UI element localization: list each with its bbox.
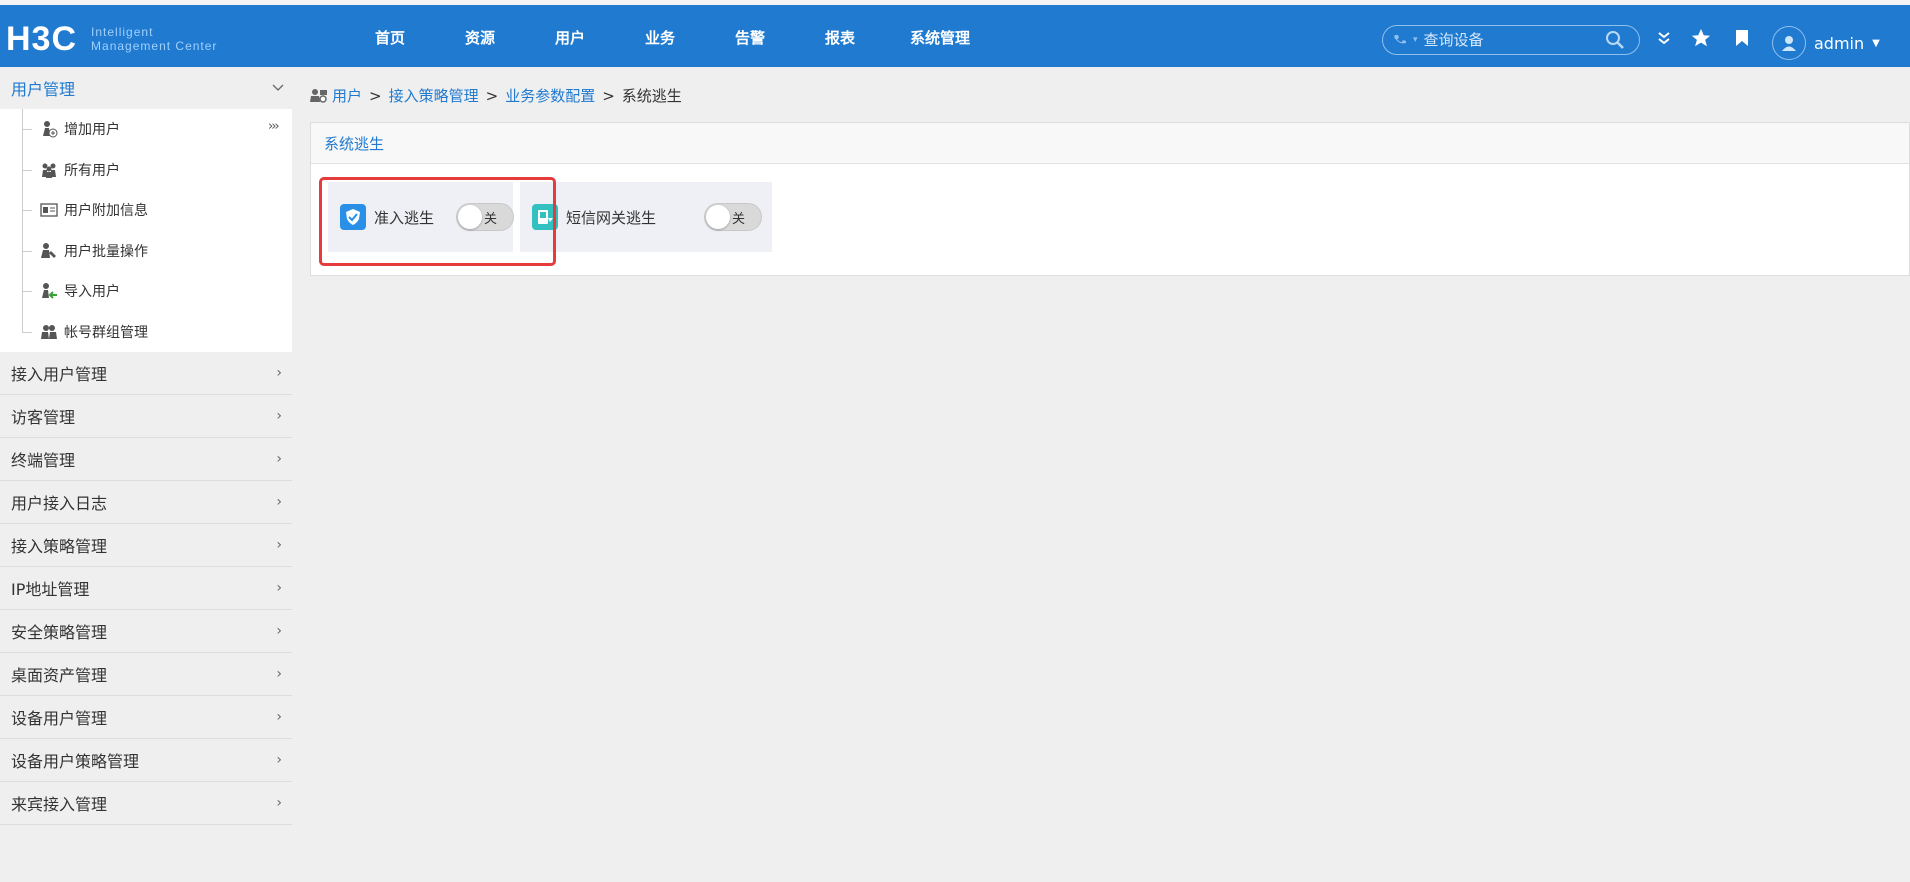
toggle-state-label: 关 — [732, 212, 746, 227]
user-menu[interactable]: admin ▼ — [1772, 26, 1880, 60]
chevron-right-icon: › — [276, 752, 282, 768]
sidebar-item-import-users[interactable]: 导入用户 — [0, 271, 292, 312]
panel-title: 系统逃生 — [311, 123, 1909, 164]
chevron-right-icon: › — [276, 666, 282, 682]
username-label: admin — [1814, 33, 1865, 53]
main-nav: 首页 资源 用户 业务 告警 报表 系统管理 — [345, 27, 995, 48]
sidebar-item-device-user-policy[interactable]: 设备用户策略管理 › — [0, 739, 292, 782]
sidebar-menu-label: 安全策略管理 — [11, 623, 108, 642]
breadcrumb-access-policy-link[interactable]: 接入策略管理 — [389, 85, 479, 106]
sidebar-item-label: 所有用户 — [64, 162, 120, 179]
avatar-icon — [1772, 26, 1806, 60]
sidebar-item-user-extra-info[interactable]: 用户附加信息 — [0, 190, 292, 231]
breadcrumb-current: 系统逃生 — [621, 87, 682, 105]
chevron-down-icon — [272, 80, 284, 96]
batch-user-icon — [40, 242, 58, 260]
nav-resources[interactable]: 资源 — [435, 27, 525, 48]
chevron-right-icon: › — [276, 795, 282, 811]
logo-sub-line1: Intelligent — [91, 25, 154, 39]
logo-sub-line2: Management Center — [91, 39, 218, 53]
group-icon — [40, 323, 58, 341]
sidebar-menu-label: 设备用户策略管理 — [11, 752, 140, 771]
h3c-logo[interactable]: H3C Intelligent Management Center — [6, 19, 217, 59]
chevron-right-icon: › — [276, 623, 282, 639]
sidebar-menu-label: 来宾接入管理 — [11, 795, 108, 814]
sidebar-menu-label: 终端管理 — [11, 451, 76, 470]
nav-home[interactable]: 首页 — [345, 27, 435, 48]
expand-double-chevron-icon[interactable] — [1658, 31, 1670, 49]
nav-reports[interactable]: 报表 — [795, 27, 885, 48]
search-type-caret-icon[interactable]: ▾ — [1413, 35, 1418, 45]
sidebar-item-device-user-management[interactable]: 设备用户管理 › — [0, 696, 292, 739]
sidebar-item-guest-management[interactable]: 访客管理 › — [0, 395, 292, 438]
sidebar-menu-label: IP地址管理 — [11, 580, 90, 599]
sidebar-item-account-groups[interactable]: 帐号群组管理 — [0, 312, 292, 353]
sidebar-section-title: 用户管理 — [11, 80, 76, 99]
import-user-icon — [40, 282, 58, 300]
sidebar-item-guest-access[interactable]: 来宾接入管理 › — [0, 782, 292, 825]
search-input[interactable] — [1423, 31, 1594, 49]
sidebar-menu-label: 访客管理 — [11, 408, 76, 427]
add-user-icon — [40, 120, 58, 138]
sms-gateway-escape-card: 短信网关逃生 关 — [520, 182, 772, 252]
logo-main-text: H3C — [6, 19, 78, 58]
chevron-right-icon: › — [276, 451, 282, 467]
sidebar-item-label: 导入用户 — [64, 284, 120, 301]
sidebar-menu-label: 接入用户管理 — [11, 365, 108, 384]
breadcrumb-service-params-link[interactable]: 业务参数配置 — [505, 85, 595, 106]
all-users-icon — [40, 161, 58, 179]
sidebar-section-user-management[interactable]: 用户管理 — [0, 67, 292, 109]
sidebar-item-add-user[interactable]: 增加用户 — [0, 109, 292, 150]
breadcrumb-separator: > — [369, 86, 382, 105]
sidebar-item-all-users[interactable]: 所有用户 — [0, 150, 292, 191]
sms-gateway-escape-label: 短信网关逃生 — [566, 208, 657, 227]
breadcrumb-separator: > — [602, 86, 615, 105]
sidebar-item-ip-management[interactable]: IP地址管理 › — [0, 567, 292, 610]
top-header: H3C Intelligent Management Center 首页 资源 … — [0, 0, 1910, 67]
chevron-right-icon: › — [276, 365, 282, 381]
nav-users[interactable]: 用户 — [525, 27, 615, 48]
sidebar: 用户管理 › › › 增加用户 所有用户 用户附加信息 用户批量操作 导入用户 帐号… — [0, 67, 292, 882]
chevron-right-icon: › — [276, 537, 282, 553]
chevron-right-icon: › — [276, 709, 282, 725]
logo-subtitle: Intelligent Management Center — [91, 25, 217, 53]
sidebar-item-security-policy[interactable]: 安全策略管理 › — [0, 610, 292, 653]
sidebar-item-terminal-management[interactable]: 终端管理 › — [0, 438, 292, 481]
sidebar-item-label: 用户附加信息 — [64, 203, 148, 220]
sidebar-item-access-log[interactable]: 用户接入日志 › — [0, 481, 292, 524]
sidebar-menu-label: 用户接入日志 — [11, 494, 108, 513]
device-search: ▾ — [1382, 25, 1640, 55]
favorite-star-icon[interactable] — [1690, 27, 1712, 53]
sidebar-item-label: 用户批量操作 — [64, 243, 148, 260]
sidebar-menu-label: 设备用户管理 — [11, 709, 108, 728]
breadcrumb-separator: > — [485, 86, 499, 105]
bookmark-icon[interactable] — [1735, 29, 1749, 51]
chevron-right-icon: › — [276, 408, 282, 424]
user-dropdown-caret-icon: ▼ — [1872, 37, 1880, 49]
sidebar-sub-list: ››› 增加用户 所有用户 用户附加信息 用户批量操作 导入用户 帐号群组管理 — [0, 109, 292, 352]
toggle-knob — [706, 205, 730, 229]
nav-services[interactable]: 业务 — [615, 27, 705, 48]
nav-alarms[interactable]: 告警 — [705, 27, 795, 48]
search-icon[interactable] — [1605, 30, 1625, 54]
sidebar-item-batch-operations[interactable]: 用户批量操作 — [0, 231, 292, 272]
sidebar-item-label: 帐号群组管理 — [64, 324, 148, 341]
search-type-icon[interactable] — [1383, 33, 1413, 47]
breadcrumb-users-icon — [310, 88, 328, 104]
sms-gateway-escape-toggle[interactable]: 关 — [704, 203, 762, 231]
user-info-icon — [40, 201, 58, 219]
nav-system-management[interactable]: 系统管理 — [885, 27, 995, 48]
sidebar-item-access-policy-management[interactable]: 接入策略管理 › — [0, 524, 292, 567]
breadcrumb-users-link[interactable]: 用户 — [332, 85, 362, 106]
sidebar-item-label: 增加用户 — [64, 122, 120, 139]
chevron-right-icon: › — [276, 580, 282, 596]
sidebar-menu-label: 接入策略管理 — [11, 537, 108, 556]
sidebar-menu-label: 桌面资产管理 — [11, 666, 108, 685]
sidebar-item-desktop-assets[interactable]: 桌面资产管理 › — [0, 653, 292, 696]
sidebar-item-access-user-management[interactable]: 接入用户管理 › — [0, 352, 292, 395]
chevron-right-icon: › — [276, 494, 282, 510]
breadcrumb: 用户 > 接入策略管理 > 业务参数配置 > 系统逃生 — [310, 85, 682, 106]
highlight-box — [319, 177, 556, 266]
